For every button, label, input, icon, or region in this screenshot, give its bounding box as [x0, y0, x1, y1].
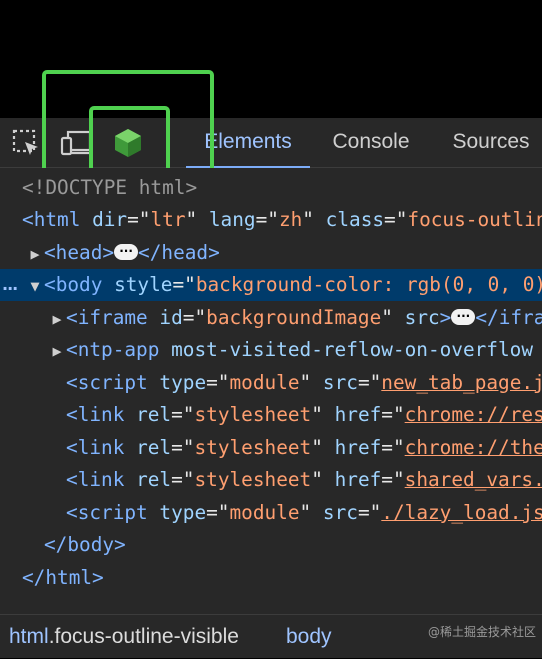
tree-line-script[interactable]: <script type="module" src="./lazy_load.j…: [0, 497, 542, 529]
devtools-toolbar: Elements Console Sources: [0, 118, 542, 168]
tree-line-link[interactable]: <link rel="stylesheet" href="shared_vars…: [0, 464, 542, 496]
breadcrumb-item-html[interactable]: html.focus-outline-visible: [9, 615, 239, 659]
dom-tree: <!DOCTYPE html> <html dir="ltr" lang="zh…: [0, 168, 542, 614]
doctype-text: <!DOCTYPE html>: [22, 176, 198, 199]
val-rel: stylesheet: [194, 436, 312, 459]
link-tag: link: [77, 468, 125, 491]
breadcrumb-tag: body: [286, 625, 332, 648]
tree-line-link[interactable]: <link rel="stylesheet" href="chrome://re…: [0, 399, 542, 431]
ntp-app-tag: ntp-app: [77, 338, 160, 361]
resource-link[interactable]: chrome://theme: [405, 436, 542, 459]
val-type: module: [229, 501, 300, 524]
breadcrumb-item-body[interactable]: body: [286, 615, 332, 659]
attr-most-visited: most-visited-reflow-on-overflow: [171, 338, 534, 361]
head-open-tag: <head>: [44, 241, 115, 264]
attr-src: src: [404, 306, 440, 329]
html-tag: html: [33, 208, 81, 231]
attr-rel: rel: [136, 403, 172, 426]
tab-console[interactable]: Console: [316, 118, 426, 168]
attr-type: type: [159, 501, 207, 524]
resource-link[interactable]: ./lazy_load.js: [381, 501, 542, 524]
breadcrumb: html.focus-outline-visible body @稀土掘金技术社…: [0, 614, 542, 658]
body-close-tag: </body>: [44, 533, 126, 556]
watermark: @稀土掘金技术社区: [427, 625, 536, 639]
ellipsis-badge[interactable]: ...: [114, 242, 139, 260]
link-tag: link: [77, 403, 125, 426]
breadcrumb-tag: html: [9, 625, 49, 648]
resource-link[interactable]: shared_vars.css: [405, 468, 542, 491]
head-close-tag: </head>: [138, 241, 220, 264]
val-dir: ltr: [150, 208, 186, 231]
attr-src: src: [322, 371, 358, 394]
tree-line-script[interactable]: <script type="module" src="new_tab_page.…: [0, 367, 542, 399]
collapse-triangle-icon[interactable]: ▼: [26, 270, 44, 302]
tree-line-iframe[interactable]: ▶ <iframe id="backgroundImage" src>... </i…: [0, 302, 542, 334]
script-tag: script: [77, 371, 148, 394]
iframe-tag: iframe: [77, 306, 148, 329]
tab-elements[interactable]: Elements: [186, 118, 310, 168]
attr-dir: dir: [92, 208, 128, 231]
attr-href: href: [334, 436, 382, 459]
attr-class: class: [325, 208, 385, 231]
tree-line-html-close[interactable]: </html>: [0, 562, 542, 594]
expand-triangle-icon[interactable]: ▶: [48, 303, 66, 335]
tab-sources[interactable]: Sources: [436, 118, 542, 168]
tree-line-doctype[interactable]: <!DOCTYPE html>: [0, 172, 542, 204]
attr-href: href: [334, 468, 382, 491]
vue-devtools-icon[interactable]: [108, 118, 148, 168]
attr-src: src: [322, 501, 358, 524]
tree-line-ntp-app[interactable]: ▶ <ntp-app most-visited-reflow-on-overflo…: [0, 334, 542, 366]
selected-node-menu-icon[interactable]: ...: [2, 269, 18, 301]
attr-lang: lang: [208, 208, 256, 231]
attr-rel: rel: [136, 468, 172, 491]
val-type: module: [229, 371, 300, 394]
attr-type: type: [159, 371, 207, 394]
link-tag: link: [77, 436, 125, 459]
element-picker-icon[interactable]: [6, 118, 46, 168]
attr-href: href: [334, 403, 382, 426]
val-style: background-color: rgb(0, 0, 0);: [195, 273, 542, 296]
val-lang: zh: [278, 208, 303, 231]
val-class: focus-outline-visible: [407, 208, 542, 231]
expand-triangle-icon[interactable]: ▶: [48, 335, 66, 367]
val-id: backgroundImage: [206, 306, 382, 329]
tree-line-body-close[interactable]: </body>: [0, 529, 542, 561]
ellipsis-badge[interactable]: ...: [451, 307, 476, 325]
tree-line-html[interactable]: <html dir="ltr" lang="zh" class="focus-o…: [0, 204, 542, 236]
expand-triangle-icon[interactable]: ▶: [26, 238, 44, 270]
val-rel: stylesheet: [194, 468, 312, 491]
script-tag: script: [77, 501, 148, 524]
tree-line-body-selected[interactable]: ... ▼ <body style="background-color: rgb(…: [0, 269, 542, 301]
device-toolbar-icon[interactable]: [56, 118, 96, 168]
iframe-close-tag: </iframe>: [475, 306, 542, 329]
resource-link[interactable]: new_tab_page.js: [381, 371, 542, 394]
body-tag: body: [55, 273, 103, 296]
breadcrumb-class: .focus-outline-visible: [48, 625, 239, 648]
html-close-tag: </html>: [22, 566, 104, 589]
attr-style: style: [114, 273, 173, 296]
tree-line-head[interactable]: ▶ <head>... </head>: [0, 237, 542, 269]
attr-rel: rel: [136, 436, 172, 459]
val-rel: stylesheet: [194, 403, 312, 426]
attr-id: id: [159, 306, 183, 329]
tree-line-link[interactable]: <link rel="stylesheet" href="chrome://th…: [0, 432, 542, 464]
resource-link[interactable]: chrome://resources: [405, 403, 542, 426]
